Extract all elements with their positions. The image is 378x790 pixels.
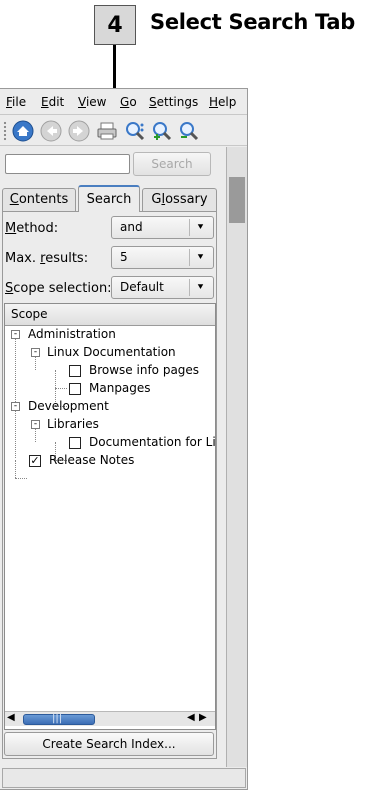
home-icon[interactable] [12, 120, 34, 142]
menu-help[interactable]: Help [209, 95, 236, 109]
callout-caption: Select Search Tab [150, 10, 355, 34]
zoom-in-icon[interactable] [151, 120, 173, 142]
manpages-checkbox[interactable] [69, 383, 81, 395]
menu-edit[interactable]: Edit [41, 95, 64, 109]
method-select[interactable]: and ⯆ [111, 216, 214, 239]
max-results-select[interactable]: 5 ⯆ [111, 246, 214, 269]
tab-search[interactable]: Search [78, 185, 140, 212]
tree-connector [15, 460, 16, 478]
tree-connector [15, 478, 27, 479]
documentation-for-lin-checkbox[interactable] [69, 437, 81, 449]
status-bar [2, 768, 246, 788]
tree-node-libraries[interactable]: Libraries [47, 416, 99, 432]
tree-node-documentation-for-lin[interactable]: Documentation for Lin [89, 434, 215, 450]
grip-icon: ||| [52, 713, 63, 724]
scrollbar-thumb[interactable]: ||| [23, 713, 95, 725]
step-number-badge: 4 [94, 5, 136, 45]
checkmark-icon: ✓ [30, 454, 40, 467]
collapse-icon[interactable]: - [31, 420, 40, 429]
help-window: File Edit View Go Settings Help Search C… [0, 88, 248, 790]
find-icon[interactable] [124, 120, 146, 142]
zoom-out-icon[interactable] [178, 120, 200, 142]
search-row: Search [0, 147, 226, 181]
collapse-icon[interactable]: - [11, 402, 20, 411]
method-label: Method: [5, 221, 59, 236]
tree-node-development[interactable]: Development [28, 398, 109, 414]
search-input[interactable] [5, 154, 130, 174]
collapse-icon[interactable]: - [11, 330, 20, 339]
toolbar [0, 116, 247, 146]
back-icon[interactable] [40, 120, 62, 142]
browse-info-pages-checkbox[interactable] [69, 365, 81, 377]
scope-selection-value: Default [120, 280, 164, 294]
menu-go[interactable]: Go [120, 95, 137, 109]
collapse-icon[interactable]: - [31, 348, 40, 357]
tree-connector [15, 334, 16, 458]
tree-node-manpages[interactable]: Manpages [89, 380, 151, 396]
scope-tree[interactable]: Scope - Administration - Linux Documenta… [4, 303, 216, 730]
scrollbar-thumb[interactable] [229, 177, 245, 223]
scope-selection-select[interactable]: Default ⯆ [111, 276, 214, 299]
tab-contents[interactable]: Contents [2, 188, 76, 211]
tree-node-linux-documentation[interactable]: Linux Documentation [47, 344, 176, 360]
dropdown-arrow-icon: ⯆ [189, 219, 211, 236]
step-number: 4 [107, 12, 123, 38]
scope-selection-label: Scope selection: [5, 281, 112, 296]
horizontal-scrollbar[interactable]: ◀ ||| ◀ ▶ [5, 711, 215, 726]
tree-node-release-notes[interactable]: Release Notes [49, 452, 134, 468]
tree-node-administration[interactable]: Administration [28, 326, 116, 342]
menu-settings[interactable]: Settings [149, 95, 198, 109]
dropdown-arrow-icon: ⯆ [189, 249, 211, 266]
tree-connector [55, 388, 67, 389]
tab-glossary[interactable]: Glossary [142, 188, 217, 211]
dropdown-arrow-icon: ⯆ [189, 279, 211, 296]
vertical-scrollbar[interactable] [226, 147, 247, 767]
create-search-index-button[interactable]: Create Search Index... [4, 732, 214, 756]
method-value: and [120, 220, 143, 234]
release-notes-checkbox[interactable]: ✓ [29, 455, 41, 467]
toolbar-grip-icon[interactable] [3, 121, 7, 141]
tree-column-header[interactable]: Scope [5, 304, 215, 326]
print-icon[interactable] [96, 120, 118, 142]
max-results-label: Max. results: [5, 251, 89, 266]
menu-file[interactable]: File [6, 95, 26, 109]
max-results-value: 5 [120, 250, 128, 264]
search-button[interactable]: Search [133, 152, 211, 176]
forward-icon[interactable] [68, 120, 90, 142]
menubar: File Edit View Go Settings Help [0, 89, 247, 115]
scroll-left-icon[interactable]: ◀ [7, 712, 15, 723]
scroll-right-icon[interactable]: ▶ [199, 712, 207, 723]
menu-view[interactable]: View [78, 95, 106, 109]
tree-node-browse-info-pages[interactable]: Browse info pages [89, 362, 199, 378]
scroll-left-icon[interactable]: ◀ [187, 712, 195, 723]
